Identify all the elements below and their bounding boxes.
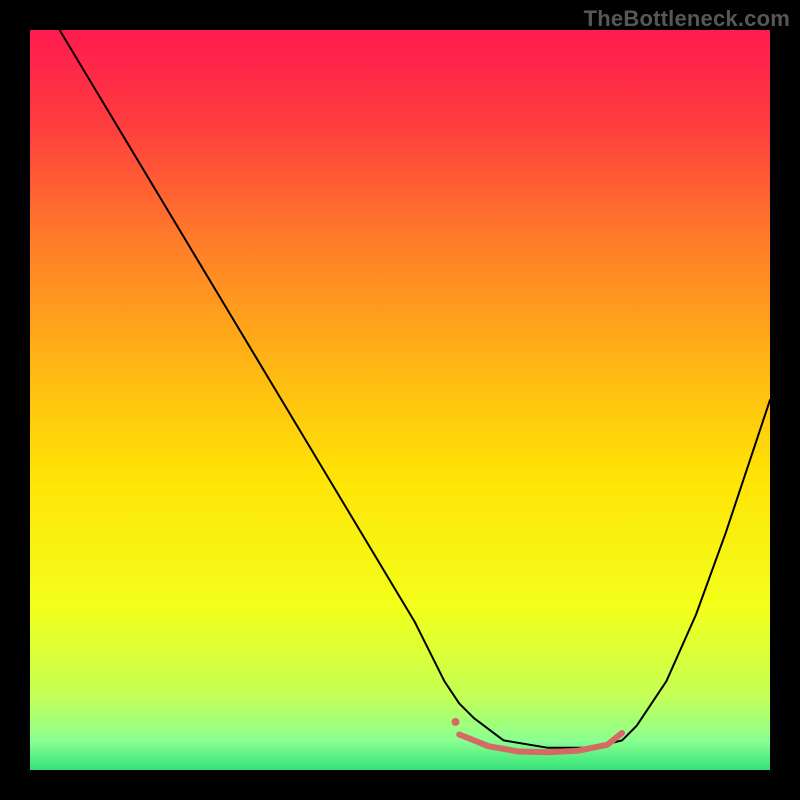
- optimal-start-dot: [452, 718, 460, 726]
- plot-area: [30, 30, 770, 770]
- points-layer: [452, 718, 460, 726]
- chart-container: TheBottleneck.com: [0, 0, 800, 800]
- gradient-background: [30, 30, 770, 770]
- chart-svg: [30, 30, 770, 770]
- watermark-text: TheBottleneck.com: [584, 6, 790, 32]
